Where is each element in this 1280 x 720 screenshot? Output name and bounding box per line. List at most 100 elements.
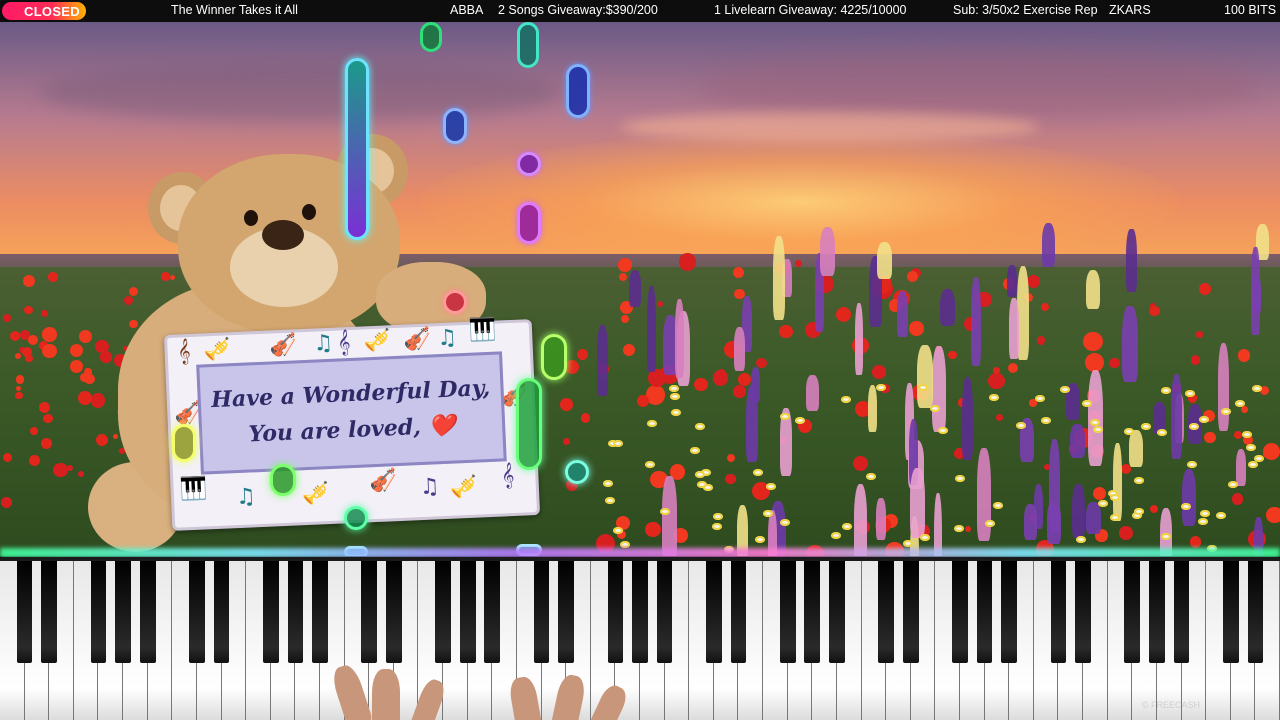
poppy-flower [645, 521, 661, 537]
lupine-flower [876, 242, 893, 280]
lupine-flower [662, 475, 677, 556]
poppy-flower [78, 390, 93, 405]
daisy-flower [831, 531, 842, 539]
black-key [459, 561, 476, 663]
poppy-flower [128, 287, 138, 297]
black-key [902, 561, 919, 663]
poppy-flower [1083, 332, 1103, 352]
poppy-flower [3, 314, 12, 322]
status-badge-label: CLOSED [24, 4, 80, 19]
black-key [829, 561, 845, 663]
lupine-flower [1112, 442, 1122, 522]
poppy-flower [1196, 331, 1203, 338]
lupine-flower [1252, 275, 1261, 315]
poppy-flower [42, 343, 57, 358]
lupine-flower [1049, 438, 1060, 533]
poppy-flower [132, 431, 140, 439]
daisy-flower [1221, 407, 1232, 415]
daisy-flower [671, 408, 682, 416]
bits-counter: 100 BITS [1224, 3, 1277, 17]
sub-exercise-counter: Sub: 3/50x2 Exercise Rep [953, 3, 1098, 17]
black-key [139, 561, 156, 663]
poppy-flower [15, 391, 23, 399]
poppy-flower [28, 455, 40, 466]
lupine-flower [1129, 429, 1144, 467]
daisy-flower [954, 475, 965, 483]
poppy-flower [24, 305, 33, 315]
falling-note [172, 424, 196, 462]
lupine-flower [806, 375, 820, 411]
black-key [1124, 561, 1141, 663]
daisy-flower [668, 384, 679, 392]
poppy-flower [127, 464, 140, 477]
black-key [632, 561, 648, 663]
poppy-flower [9, 331, 20, 341]
poppy-flower [1199, 283, 1211, 296]
daisy-flower [646, 419, 657, 427]
falling-note [344, 506, 368, 530]
black-key [312, 561, 328, 663]
lupine-flower [674, 299, 684, 378]
black-key [656, 561, 673, 663]
lupine-flower [820, 227, 836, 276]
trumpet-icon: 🎺 [449, 474, 478, 501]
poppy-flower [95, 434, 108, 447]
lupine-flower [1041, 222, 1055, 268]
black-key [115, 561, 131, 663]
daisy-flower [938, 426, 949, 434]
poppy-flower [1092, 486, 1106, 500]
poppy-flower [0, 497, 12, 509]
poppy-flower [41, 310, 48, 317]
daisy-flower [1254, 454, 1265, 462]
lupine-flower [909, 467, 926, 538]
black-key [189, 561, 205, 663]
watermark-text: © FREECASH [1141, 700, 1200, 710]
poppy-flower [756, 357, 767, 369]
lupine-flower [1126, 229, 1137, 293]
trumpet-icon: 🎺 [301, 481, 330, 508]
poppy-flower [1238, 349, 1251, 362]
trumpet-icon: 🎺 [362, 328, 392, 355]
poppy-flower [734, 288, 745, 300]
black-key [705, 561, 722, 663]
lupine-flower [646, 285, 656, 372]
daisy-flower [689, 447, 700, 455]
lupine-flower [1023, 503, 1037, 540]
poppy-flower [79, 373, 89, 383]
falling-note [345, 58, 369, 240]
black-key [779, 561, 796, 663]
background-scene: 𝄞 🎺 🎻 ♫ 𝄞 🎺 🎻 ♫ 🎹 🎻 🎻 Have a Wonderful D… [0, 22, 1280, 556]
poppy-flower [726, 453, 736, 462]
stream-ticker-bar: CLOSED The Winner Takes it All ABBA 2 So… [0, 0, 1280, 22]
poppy-flower [1231, 492, 1244, 505]
poppy-flower [909, 320, 925, 336]
daisy-flower [752, 468, 763, 476]
falling-note [517, 22, 539, 68]
cloud [40, 62, 560, 122]
poppy-flower [29, 427, 38, 435]
black-key [804, 561, 821, 663]
daisy-flower [1015, 422, 1026, 430]
poppy-flower [90, 393, 105, 408]
daisy-flower [1184, 390, 1195, 397]
sign-message-line-2: You are loved, ❤️ [247, 412, 457, 448]
daisy-flower [712, 512, 723, 520]
poppy-flower [1241, 406, 1248, 413]
poppy-flower [906, 271, 918, 283]
lupine-flower [853, 484, 868, 556]
poppy-flower [988, 372, 1005, 390]
lupine-flower [1086, 501, 1101, 534]
livelearn-giveaway-counter: 1 Livelearn Giveaway: 4225/10000 [714, 3, 907, 17]
poppy-flower [1026, 274, 1040, 288]
lupine-flower [939, 289, 955, 327]
daisy-flower [694, 423, 705, 431]
daisy-flower [711, 522, 722, 530]
lupine-flower [896, 290, 909, 337]
lupine-flower [746, 385, 759, 463]
black-key [287, 561, 304, 663]
poppy-flower [15, 385, 22, 392]
falling-note [270, 464, 296, 496]
poppy-flower [43, 413, 53, 423]
greeting-sign: 𝄞 🎺 🎻 ♫ 𝄞 🎺 🎻 ♫ 🎹 🎻 🎻 Have a Wonderful D… [163, 318, 541, 531]
daisy-flower [1241, 430, 1252, 438]
